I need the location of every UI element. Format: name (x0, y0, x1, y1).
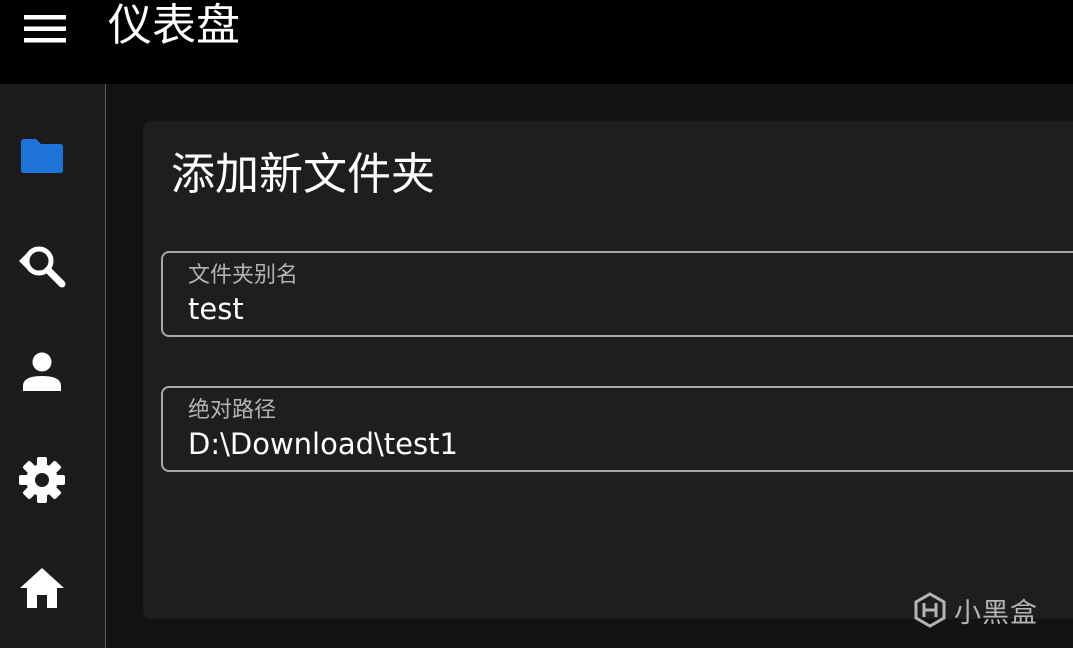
add-folder-card: 添加新文件夹 文件夹别名 test 绝对路径 D:\Download\test1 (143, 121, 1073, 619)
folder-alias-field[interactable]: 文件夹别名 test (161, 251, 1073, 337)
folder-alias-label: 文件夹别名 (188, 263, 299, 288)
folder-icon (21, 139, 63, 173)
page-title: 仪表盘 (108, 0, 240, 51)
top-app-bar: 仪表盘 (0, 0, 1073, 84)
sidebar-item-user[interactable] (12, 342, 72, 402)
home-icon (20, 568, 64, 608)
hamburger-menu-icon (24, 15, 66, 43)
person-icon (23, 352, 61, 391)
folder-alias-input[interactable]: test (188, 291, 244, 327)
sidebar-item-home[interactable] (12, 558, 72, 618)
absolute-path-field[interactable]: 绝对路径 D:\Download\test1 (161, 386, 1073, 472)
absolute-path-input[interactable]: D:\Download\test1 (188, 426, 458, 462)
main-content: 添加新文件夹 文件夹别名 test 绝对路径 D:\Download\test1 (106, 84, 1073, 648)
menu-button[interactable] (18, 8, 70, 48)
gear-icon (19, 457, 65, 503)
app-root: 仪表盘 添加新文件夹 文件夹别名 test 绝对路径 D:\Download\t… (0, 0, 1073, 648)
watermark-text: 小黑盒 (954, 597, 1038, 629)
sidebar-item-settings[interactable] (12, 450, 72, 510)
sidebar-item-folders[interactable] (12, 126, 72, 186)
search-refresh-icon (19, 246, 66, 288)
watermark: 小黑盒 (912, 590, 1038, 630)
heybox-logo-icon (914, 592, 946, 628)
sidebar-item-search[interactable] (12, 234, 72, 294)
card-title: 添加新文件夹 (171, 149, 435, 200)
sidebar-nav (0, 84, 106, 648)
absolute-path-label: 绝对路径 (188, 398, 277, 423)
